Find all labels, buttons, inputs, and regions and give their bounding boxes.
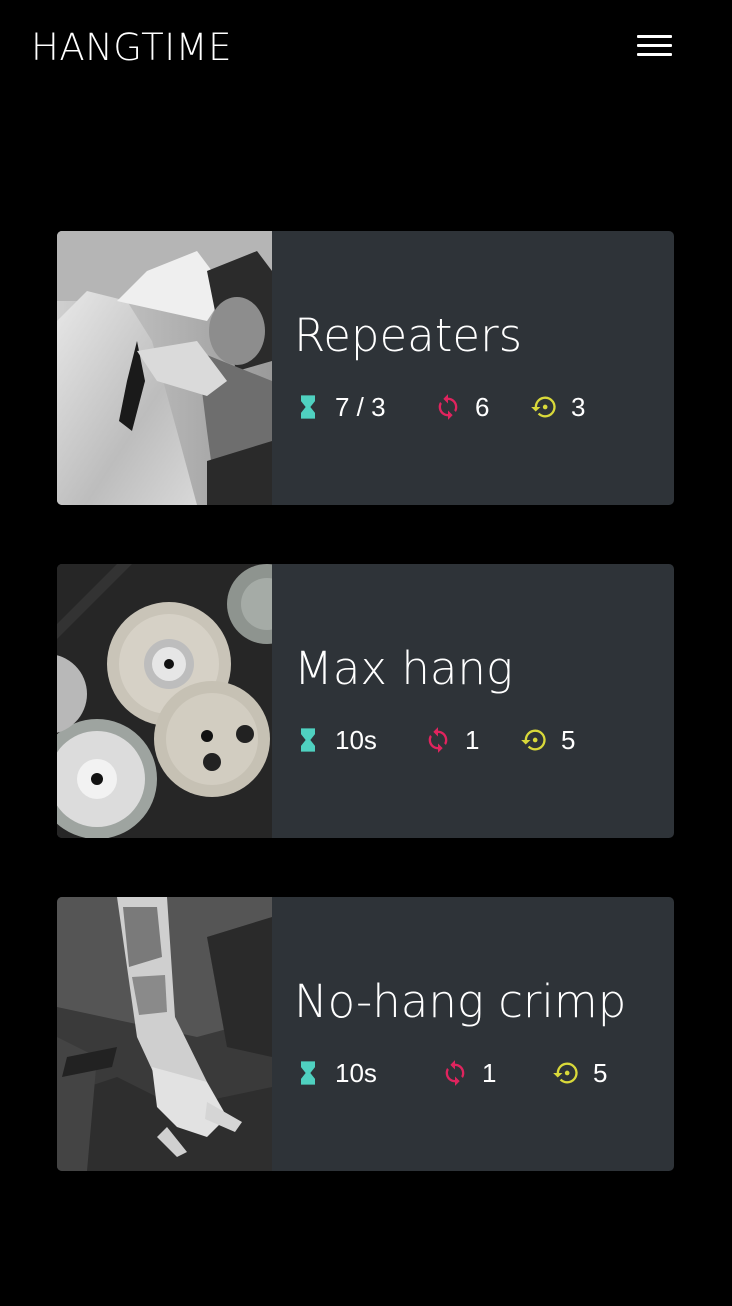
hourglass-icon [301, 728, 315, 752]
sets-stat: 5 [552, 1057, 607, 1089]
hang-time-stat: 7 / 3 [294, 391, 386, 423]
hourglass-icon [301, 395, 315, 419]
hang-time-value: 7 / 3 [335, 392, 386, 422]
menu-bar [637, 44, 672, 47]
workout-card-no-hang-crimp[interactable]: No-hang crimp 10s 1 5 [57, 897, 674, 1171]
workout-card-repeaters[interactable]: Repeaters 7 / 3 6 3 [57, 231, 674, 505]
hang-time-value: 10s [335, 725, 377, 755]
reps-stat: 1 [441, 1057, 496, 1089]
restart-timer-icon [521, 729, 546, 751]
repeat-icon [438, 394, 458, 420]
hamburger-menu-icon[interactable] [632, 30, 678, 64]
repeat-icon [428, 727, 448, 753]
climber-on-rock-photo [57, 231, 272, 505]
sets-value: 5 [561, 725, 576, 755]
workout-stats: 10s 1 5 [294, 724, 664, 756]
sets-value: 5 [593, 1058, 608, 1088]
reps-value: 1 [465, 725, 480, 755]
hang-time-value: 10s [335, 1058, 377, 1088]
workout-stats: 10s 1 5 [294, 1057, 664, 1089]
hang-time-stat: 10s [294, 724, 377, 756]
restart-timer-icon [531, 396, 556, 418]
workout-title: Max hang [294, 642, 513, 695]
workout-title: No-hang crimp [294, 975, 627, 1028]
restart-timer-icon [553, 1062, 578, 1084]
menu-bar [637, 35, 672, 38]
app-title[interactable]: HANGTIME [31, 26, 232, 70]
reps-value: 1 [482, 1058, 497, 1088]
menu-bar [637, 53, 672, 56]
app-header: HANGTIME [0, 0, 732, 96]
tattooed-hand-crimp-photo [57, 897, 272, 1171]
sets-stat: 5 [520, 724, 575, 756]
hourglass-icon [301, 1061, 315, 1085]
hang-time-stat: 10s [294, 1057, 377, 1089]
reps-stat: 1 [424, 724, 479, 756]
weight-plates-photo [57, 564, 272, 838]
repeat-icon [445, 1060, 465, 1086]
reps-value: 6 [475, 392, 490, 422]
workout-card-max-hang[interactable]: Max hang 10s 1 5 [57, 564, 674, 838]
workout-stats: 7 / 3 6 3 [294, 391, 664, 423]
sets-value: 3 [571, 392, 586, 422]
sets-stat: 3 [530, 391, 585, 423]
workout-title: Repeaters [294, 309, 523, 362]
reps-stat: 6 [434, 391, 489, 423]
